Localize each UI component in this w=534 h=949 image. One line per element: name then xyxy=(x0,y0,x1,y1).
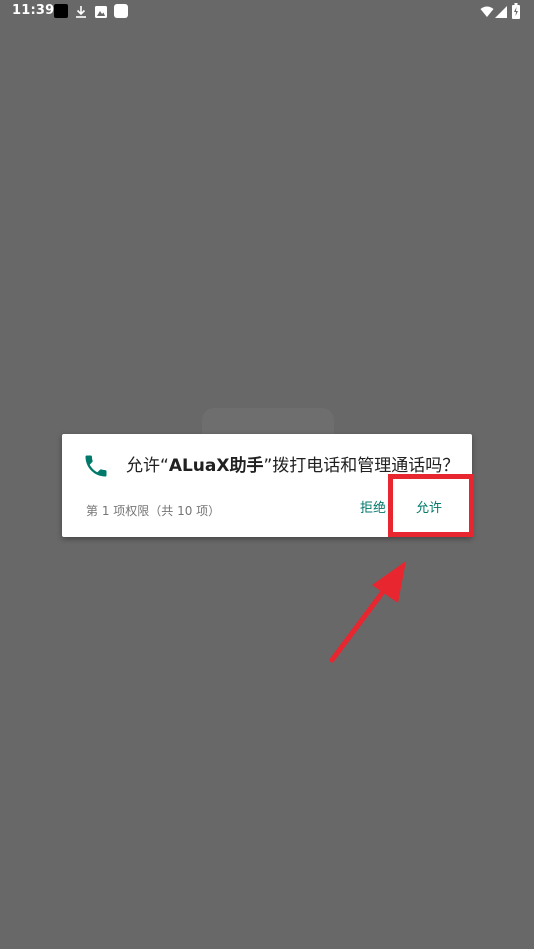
app-name: ALuaX助手 xyxy=(168,456,264,476)
annotation-highlight-box xyxy=(388,474,474,537)
phone-icon xyxy=(82,452,110,480)
signal-icon xyxy=(494,4,508,18)
screen: 11:39 允许“ALuaX助手”拨打电话和管理通话吗？ 第 1 项权限（共 1… xyxy=(0,0,534,949)
title-prefix: 允许“ xyxy=(126,456,169,476)
dialog-title: 允许“ALuaX助手”拨打电话和管理通话吗？ xyxy=(126,451,459,476)
status-bar: 11:39 xyxy=(0,0,534,24)
deny-button[interactable]: 拒绝 xyxy=(354,494,392,524)
wifi-icon xyxy=(480,4,494,18)
battery-icon xyxy=(512,3,520,19)
annotation-arrow-icon xyxy=(329,561,406,663)
photo-icon xyxy=(94,4,108,18)
black-square-notification-icon xyxy=(54,4,68,18)
download-icon xyxy=(74,4,88,18)
status-time: 11:39 xyxy=(12,3,55,18)
title-suffix: ”拨打电话和管理通话吗？ xyxy=(263,456,460,476)
permission-counter: 第 1 项权限（共 10 项） xyxy=(86,504,221,518)
white-square-notification-icon xyxy=(114,4,128,18)
